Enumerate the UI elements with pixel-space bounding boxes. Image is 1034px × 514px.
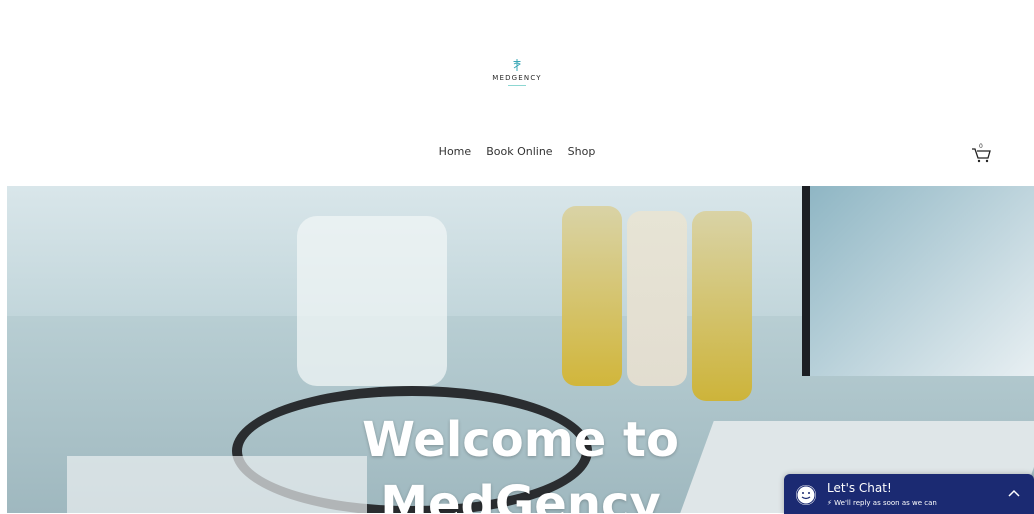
bg-bottle-2 <box>627 211 687 386</box>
bg-jar <box>297 216 447 386</box>
bg-bottle-3 <box>692 211 752 401</box>
chat-title: Let's Chat! <box>827 481 892 495</box>
chevron-up-icon[interactable] <box>1008 488 1020 498</box>
logo-underline <box>508 85 526 86</box>
nav-item-shop[interactable]: Shop <box>568 145 596 158</box>
lightning-icon: ⚡ <box>827 499 832 507</box>
logo[interactable]: MEDGENCY <box>0 58 1034 86</box>
hero-title-line2: MedGency <box>380 476 661 513</box>
logo-text: MEDGENCY <box>492 74 542 82</box>
hero-banner: Welcome to MedGency <box>7 186 1034 513</box>
hero-title-line1: Welcome to <box>362 412 679 469</box>
nav-item-book-online[interactable]: Book Online <box>486 145 552 158</box>
cart-count: 0 <box>979 143 983 150</box>
nav-item-home[interactable]: Home <box>439 145 471 158</box>
bg-monitor <box>802 186 1034 376</box>
chat-subtitle-text: We'll reply as soon as we can <box>834 499 937 507</box>
smiley-icon <box>796 485 816 505</box>
main-nav: Home Book Online Shop <box>0 145 1034 158</box>
cart-button[interactable]: 0 <box>970 143 992 163</box>
caduceus-icon <box>513 59 521 71</box>
bg-bottle-1 <box>562 206 622 386</box>
chat-subtitle: ⚡ We'll reply as soon as we can <box>827 499 937 507</box>
chat-widget[interactable]: Let's Chat! ⚡ We'll reply as soon as we … <box>784 474 1034 514</box>
